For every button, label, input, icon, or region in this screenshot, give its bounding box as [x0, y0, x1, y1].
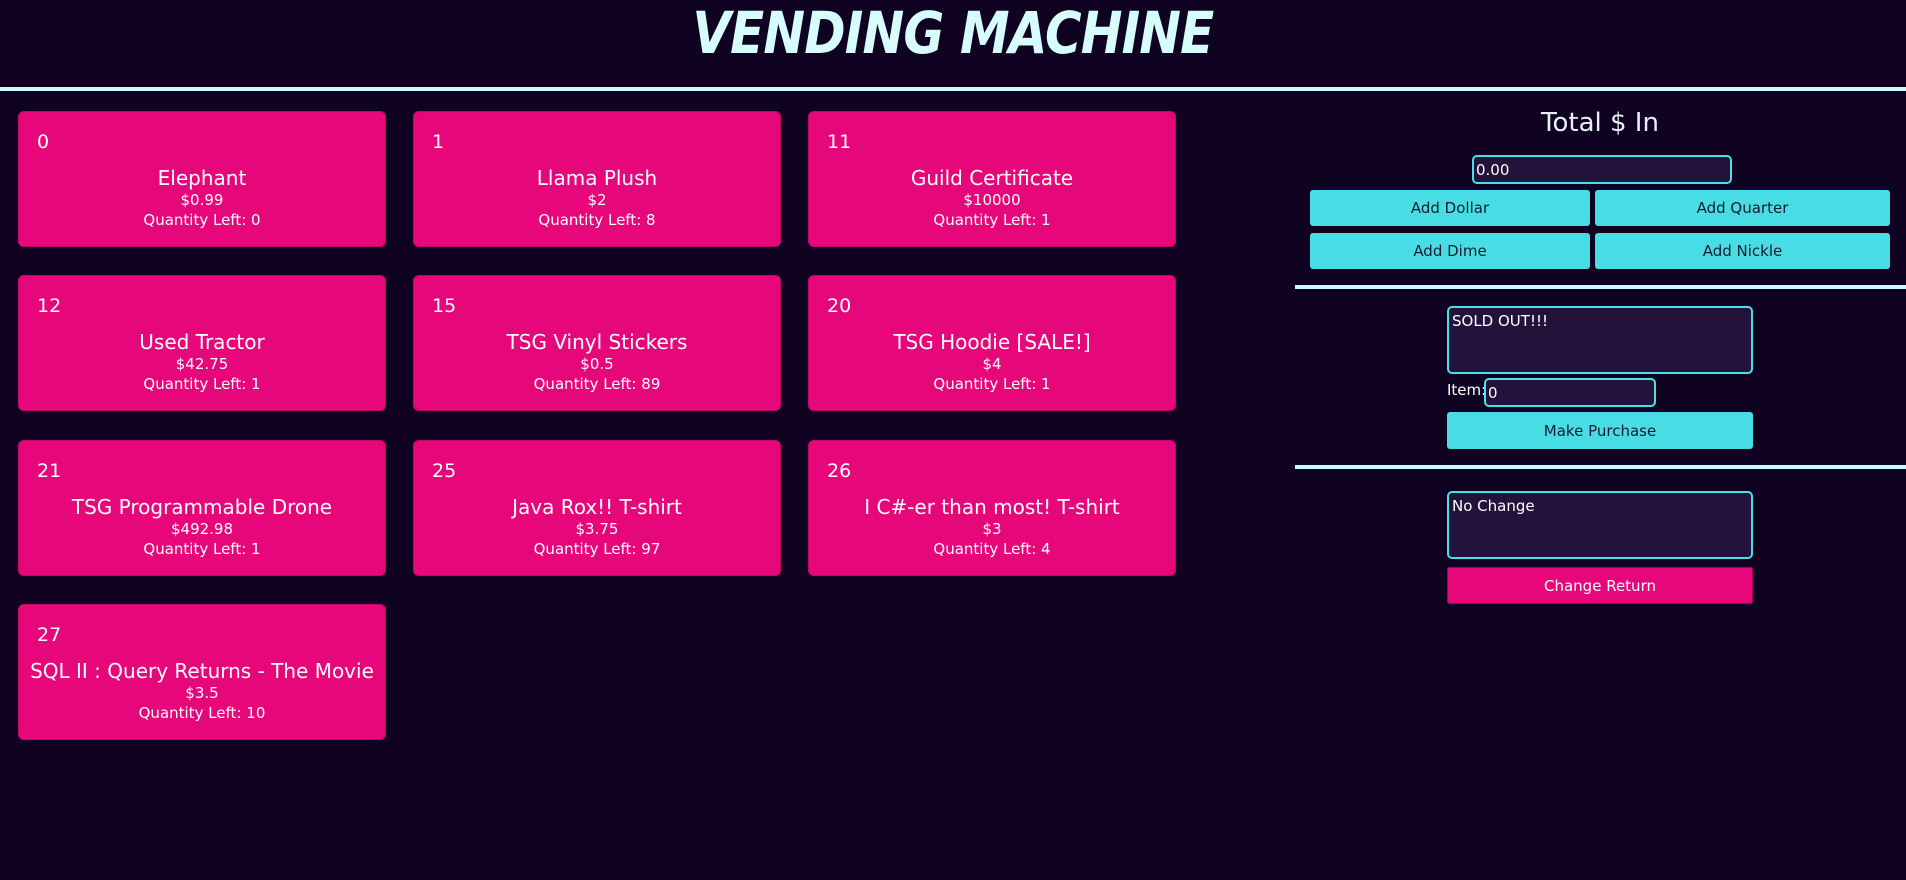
item-name: TSG Vinyl Stickers	[506, 330, 688, 354]
item-name: I C#-er than most! T-shirt	[864, 495, 1120, 519]
total-money-input[interactable]	[1472, 155, 1732, 184]
quantity-label: Quantity Left:	[933, 211, 1037, 229]
quantity-label: Quantity Left:	[143, 211, 247, 229]
add-nickle-button[interactable]: Add Nickle	[1595, 233, 1890, 269]
item-card[interactable]: 20 TSG Hoodie [SALE!] $4 Quantity Left: …	[808, 275, 1176, 411]
quantity-value: 4	[1041, 540, 1051, 558]
quantity-value: 0	[251, 211, 261, 229]
item-name: Used Tractor	[139, 330, 265, 354]
item-quantity: Quantity Left: 1	[808, 211, 1176, 229]
header-divider	[0, 87, 1906, 91]
item-name: Java Rox!! T-shirt	[512, 495, 682, 519]
item-price: $0.99	[180, 191, 224, 209]
item-id: 25	[432, 460, 457, 482]
item-price: $10000	[963, 191, 1021, 209]
item-quantity: Quantity Left: 97	[413, 540, 781, 558]
item-quantity: Quantity Left: 8	[413, 211, 781, 229]
item-quantity: Quantity Left: 89	[413, 375, 781, 393]
item-quantity: Quantity Left: 0	[18, 211, 386, 229]
item-id: 11	[827, 131, 852, 153]
item-id: 1	[432, 131, 445, 153]
quantity-value: 1	[1041, 375, 1051, 393]
item-quantity: Quantity Left: 10	[18, 704, 386, 722]
quantity-value: 1	[1041, 211, 1051, 229]
quantity-value: 10	[246, 704, 266, 722]
item-price: $492.98	[170, 520, 234, 538]
item-card[interactable]: 21 TSG Programmable Drone $492.98 Quanti…	[18, 440, 386, 576]
item-name: Llama Plush	[536, 166, 658, 190]
item-card[interactable]: 11 Guild Certificate $10000 Quantity Lef…	[808, 111, 1176, 247]
item-price: $2	[587, 191, 607, 209]
item-card[interactable]: 25 Java Rox!! T-shirt $3.75 Quantity Lef…	[413, 440, 781, 576]
item-price: $4	[982, 355, 1002, 373]
item-price: $3	[982, 520, 1002, 538]
quantity-value: 1	[251, 540, 261, 558]
item-id: 26	[827, 460, 852, 482]
item-card[interactable]: 26 I C#-er than most! T-shirt $3 Quantit…	[808, 440, 1176, 576]
item-price: $42.75	[175, 355, 229, 373]
quantity-value: 8	[646, 211, 656, 229]
item-card[interactable]: 12 Used Tractor $42.75 Quantity Left: 1	[18, 275, 386, 411]
purchase-divider	[1295, 465, 1906, 469]
item-id: 27	[37, 624, 62, 646]
item-number-input[interactable]	[1484, 378, 1656, 407]
item-quantity: Quantity Left: 4	[808, 540, 1176, 558]
item-quantity: Quantity Left: 1	[18, 375, 386, 393]
quantity-label: Quantity Left:	[933, 540, 1037, 558]
page-header: VENDING MACHINE	[0, 0, 1906, 86]
item-quantity: Quantity Left: 1	[18, 540, 386, 558]
item-card[interactable]: 15 TSG Vinyl Stickers $0.5 Quantity Left…	[413, 275, 781, 411]
item-name: Guild Certificate	[910, 166, 1074, 190]
quantity-label: Quantity Left:	[538, 211, 642, 229]
item-name: TSG Programmable Drone	[71, 495, 333, 519]
page-title: VENDING MACHINE	[692, 0, 1215, 67]
add-dollar-button[interactable]: Add Dollar	[1310, 190, 1590, 226]
purchase-message-box[interactable]: SOLD OUT!!!	[1447, 306, 1753, 374]
quantity-value: 97	[641, 540, 661, 558]
quantity-value: 89	[641, 375, 661, 393]
item-name: SQL II : Query Returns - The Movie	[30, 659, 374, 683]
add-dime-button[interactable]: Add Dime	[1310, 233, 1590, 269]
change-return-button[interactable]: Change Return	[1447, 567, 1753, 604]
item-card[interactable]: 27 SQL II : Query Returns - The Movie $3…	[18, 604, 386, 740]
item-card[interactable]: 1 Llama Plush $2 Quantity Left: 8	[413, 111, 781, 247]
item-name: Elephant	[157, 166, 247, 190]
money-divider	[1295, 285, 1906, 289]
item-quantity: Quantity Left: 1	[808, 375, 1176, 393]
total-money-heading: Total $ In	[1541, 108, 1659, 138]
item-label: Item:	[1447, 381, 1487, 399]
item-id: 21	[37, 460, 62, 482]
item-id: 12	[37, 295, 62, 317]
quantity-label: Quantity Left:	[533, 540, 637, 558]
item-price: $3.5	[185, 684, 219, 702]
add-quarter-button[interactable]: Add Quarter	[1595, 190, 1890, 226]
change-message-box[interactable]: No Change	[1447, 491, 1753, 559]
quantity-label: Quantity Left:	[533, 375, 637, 393]
quantity-label: Quantity Left:	[933, 375, 1037, 393]
make-purchase-button[interactable]: Make Purchase	[1447, 412, 1753, 449]
item-id: 0	[37, 131, 50, 153]
item-name: TSG Hoodie [SALE!]	[893, 330, 1091, 354]
item-id: 20	[827, 295, 852, 317]
item-card[interactable]: 0 Elephant $0.99 Quantity Left: 0	[18, 111, 386, 247]
quantity-value: 1	[251, 375, 261, 393]
item-id: 15	[432, 295, 457, 317]
quantity-label: Quantity Left:	[143, 375, 247, 393]
item-price: $0.5	[580, 355, 614, 373]
quantity-label: Quantity Left:	[138, 704, 242, 722]
quantity-label: Quantity Left:	[143, 540, 247, 558]
item-price: $3.75	[575, 520, 619, 538]
